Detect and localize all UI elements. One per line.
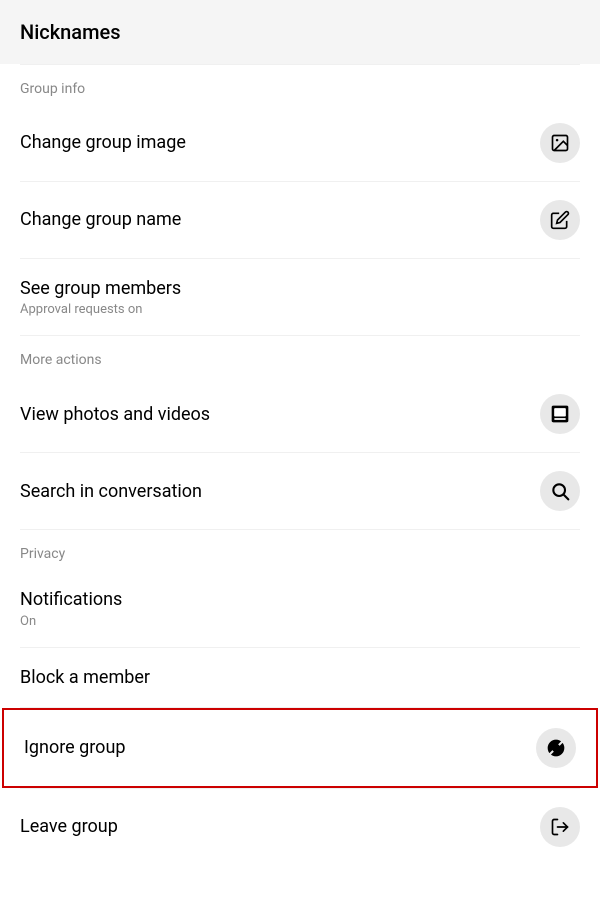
view-photos-videos-content: View photos and videos [20, 403, 210, 426]
ignore-group-item[interactable]: Ignore group [2, 708, 598, 788]
see-group-members-label: See group members [20, 277, 181, 300]
search-in-conversation-content: Search in conversation [20, 480, 202, 503]
change-group-image-content: Change group image [20, 131, 186, 154]
leave-group-label: Leave group [20, 815, 118, 838]
see-group-members-content: See group members Approval requests on [20, 277, 181, 317]
edit-icon [540, 200, 580, 240]
change-group-name-label: Change group name [20, 208, 181, 231]
notifications-item[interactable]: Notifications On [0, 570, 600, 646]
nicknames-item[interactable]: Nicknames [0, 0, 600, 64]
change-group-image-label: Change group image [20, 131, 186, 154]
leave-group-content: Leave group [20, 815, 118, 838]
search-in-conversation-item[interactable]: Search in conversation [0, 453, 600, 529]
notifications-content: Notifications On [20, 588, 122, 628]
block-a-member-item[interactable]: Block a member [0, 648, 600, 707]
ignore-group-content: Ignore group [24, 736, 125, 759]
approval-requests-sublabel: Approval requests on [20, 302, 181, 317]
view-photos-videos-label: View photos and videos [20, 403, 210, 426]
nicknames-label: Nicknames [20, 20, 121, 44]
ignore-icon [536, 728, 576, 768]
notifications-sublabel: On [20, 614, 122, 629]
change-group-image-item[interactable]: Change group image [0, 105, 600, 181]
media-icon [540, 394, 580, 434]
view-photos-videos-item[interactable]: View photos and videos [0, 376, 600, 452]
search-in-conversation-label: Search in conversation [20, 480, 202, 503]
see-group-members-item[interactable]: See group members Approval requests on [0, 259, 600, 335]
ignore-group-label: Ignore group [24, 736, 125, 759]
more-actions-header: More actions [0, 336, 600, 376]
notifications-label: Notifications [20, 588, 122, 611]
image-icon [540, 123, 580, 163]
change-group-name-item[interactable]: Change group name [0, 182, 600, 258]
block-a-member-content: Block a member [20, 666, 150, 689]
search-icon [540, 471, 580, 511]
privacy-header: Privacy [0, 530, 600, 570]
change-group-name-content: Change group name [20, 208, 181, 231]
leave-group-item[interactable]: Leave group [0, 789, 600, 865]
group-info-header: Group info [0, 65, 600, 105]
block-a-member-label: Block a member [20, 666, 150, 689]
menu-list: Nicknames Group info Change group image … [0, 0, 600, 865]
leave-icon [540, 807, 580, 847]
